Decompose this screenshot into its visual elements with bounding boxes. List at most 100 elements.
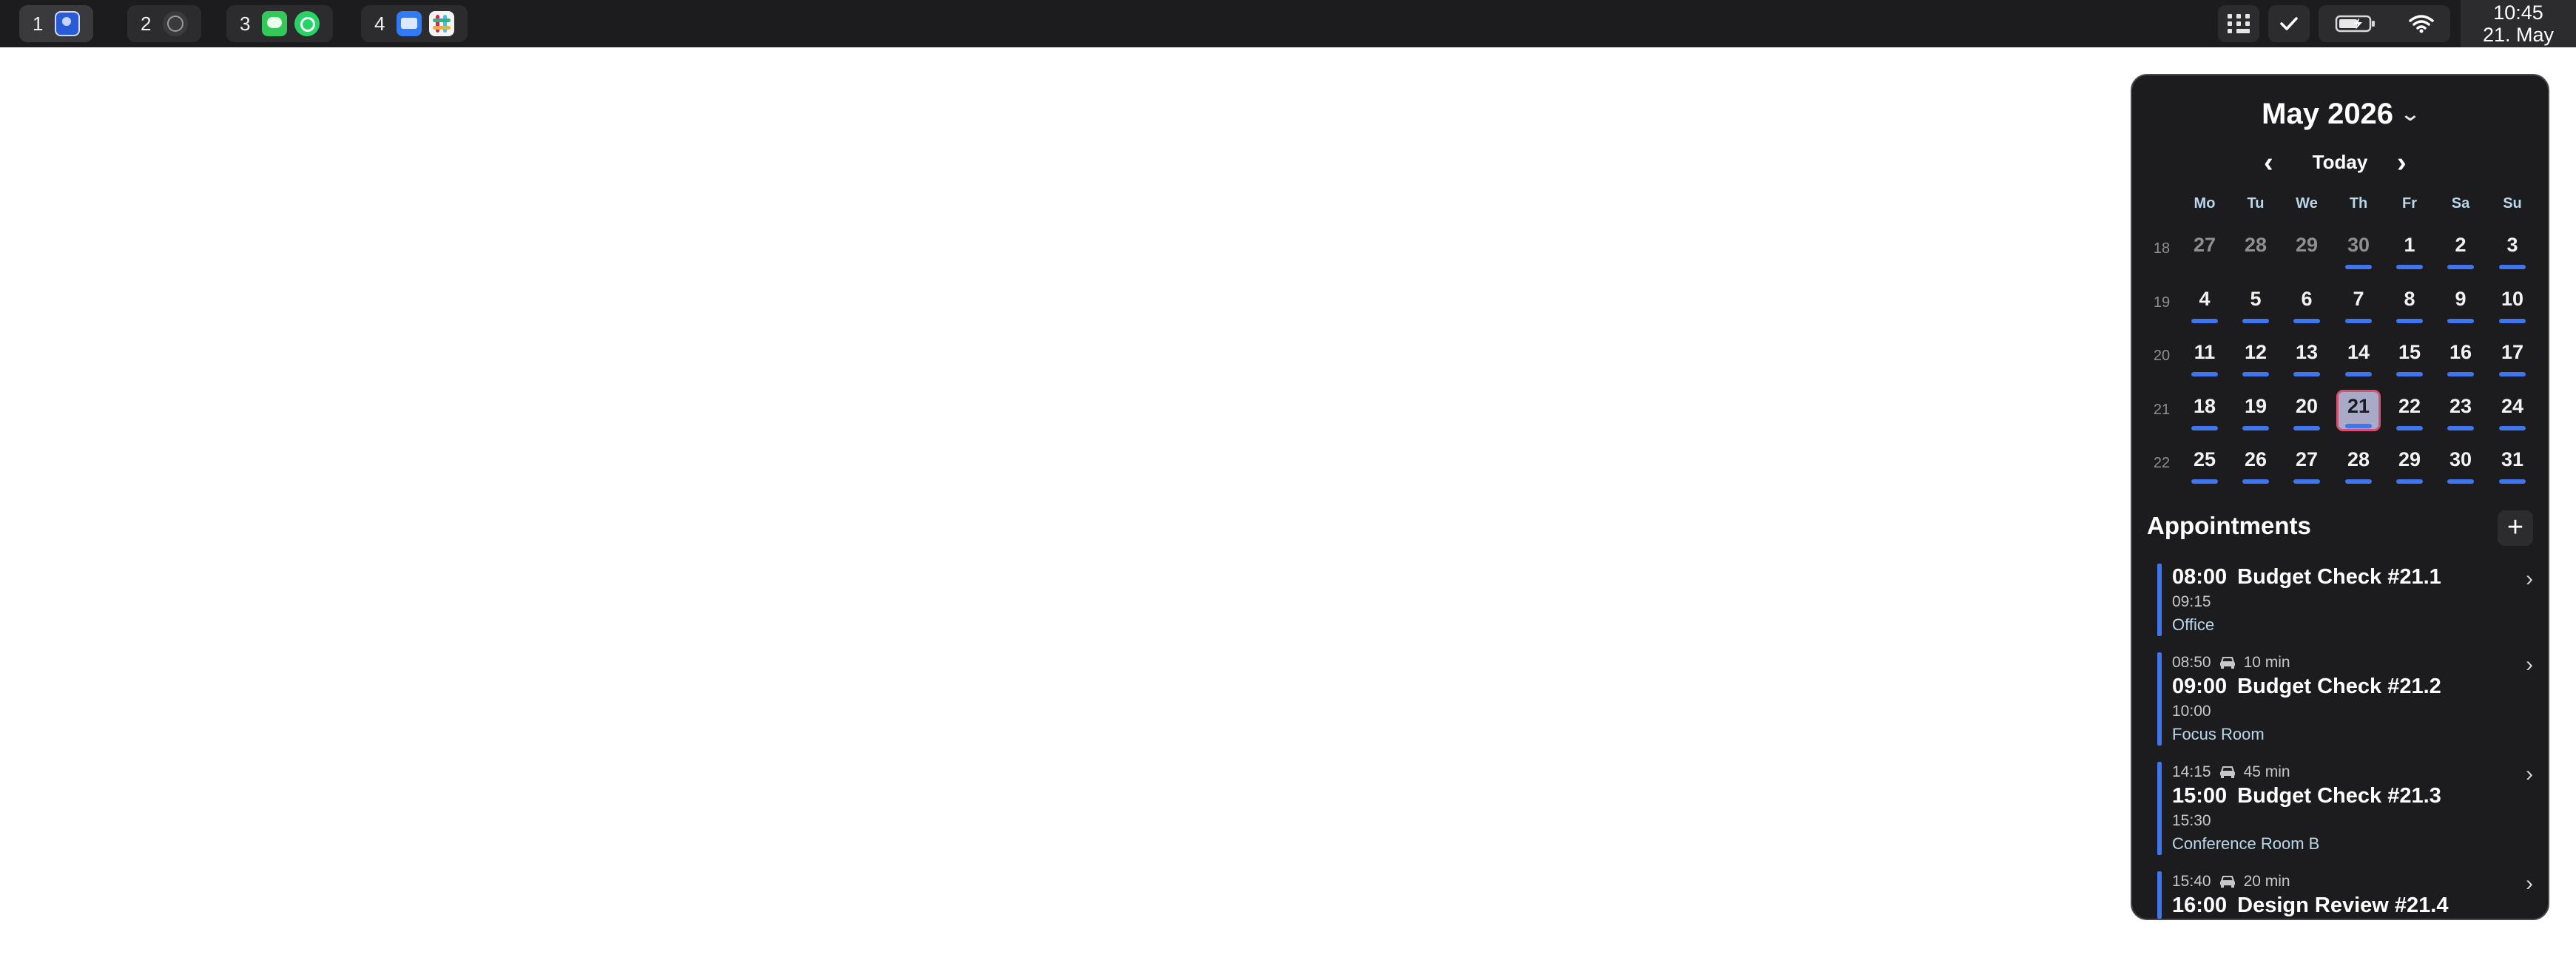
- calendar-day[interactable]: 3: [2490, 229, 2535, 270]
- calendar-day[interactable]: 18: [2182, 390, 2227, 431]
- calendar-day[interactable]: 30: [2336, 229, 2381, 270]
- previous-month-button[interactable]: ‹: [2264, 148, 2273, 178]
- event-indicator: [2293, 319, 2320, 323]
- battery-icon[interactable]: [2335, 13, 2376, 34]
- status-tray[interactable]: [2319, 5, 2450, 42]
- appointment-item[interactable]: 08:50 10 min 09:00 Budget Check #21.2 10:…: [2157, 652, 2535, 746]
- day-number: 20: [2295, 395, 2319, 417]
- calendar-day[interactable]: 27: [2285, 443, 2329, 484]
- calendar-day[interactable]: 30: [2438, 443, 2483, 484]
- calendar-day[interactable]: 22: [2387, 390, 2432, 431]
- appointment-item[interactable]: 14:15 45 min 15:00 Budget Check #21.3 15:…: [2157, 762, 2535, 855]
- event-indicator: [2396, 479, 2423, 484]
- calendar-day[interactable]: 29: [2285, 229, 2329, 270]
- calendar-day[interactable]: 14: [2336, 336, 2381, 377]
- day-number: 19: [2244, 395, 2268, 417]
- calendar-day[interactable]: 23: [2438, 390, 2483, 431]
- calendar-popover: May 2026 ⌄ ‹ Today › Mo Tu We Th Fr Sa Su…: [2131, 74, 2549, 920]
- calendar-day[interactable]: 25: [2182, 443, 2227, 484]
- appointment-title: Design Review #21.4: [2237, 894, 2449, 917]
- messages-icon[interactable]: [262, 11, 288, 36]
- calendar-day-today[interactable]: 21: [2336, 390, 2381, 431]
- calendar-day[interactable]: 12: [2233, 336, 2278, 377]
- day-number: 23: [2449, 395, 2472, 417]
- car-icon: [2219, 876, 2235, 888]
- circle-app-icon[interactable]: [163, 11, 189, 36]
- calendar-day[interactable]: 11: [2182, 336, 2227, 377]
- day-number: 28: [2347, 448, 2370, 470]
- calendar-day[interactable]: 19: [2233, 390, 2278, 431]
- workspace-1[interactable]: 1: [19, 5, 94, 42]
- appointment-item[interactable]: 15:40 20 min 16:00 Design Review #21.4 ›: [2157, 871, 2535, 919]
- month-selector[interactable]: May 2026 ⌄: [2132, 98, 2548, 131]
- day-number: 27: [2193, 234, 2216, 256]
- clock-date: 21. May: [2482, 24, 2555, 46]
- workspace-2[interactable]: 2: [127, 5, 202, 42]
- chevron-right-icon: ›: [2526, 871, 2533, 896]
- finder-icon[interactable]: [55, 11, 81, 36]
- calendar-day[interactable]: 6: [2285, 283, 2329, 324]
- today-button[interactable]: Today: [2313, 151, 2368, 173]
- weekday-label: Sa: [2451, 195, 2470, 212]
- day-number: 22: [2398, 395, 2421, 417]
- appointment-title: Budget Check #21.2: [2237, 675, 2441, 698]
- calendar-day[interactable]: 9: [2438, 283, 2483, 324]
- calendar-day[interactable]: 13: [2285, 336, 2329, 377]
- calendar-day[interactable]: 31: [2490, 443, 2535, 484]
- calendar-day[interactable]: 28: [2336, 443, 2381, 484]
- chevron-right-icon: ›: [2526, 567, 2533, 591]
- day-number: 27: [2295, 448, 2319, 470]
- day-number: 29: [2295, 234, 2319, 256]
- day-number: 16: [2449, 341, 2472, 363]
- calendar-day[interactable]: 8: [2387, 283, 2432, 324]
- calendar-day[interactable]: 28: [2233, 229, 2278, 270]
- control-grid-button[interactable]: [2218, 5, 2259, 42]
- workspace-3[interactable]: 3: [226, 5, 334, 42]
- week-number: 20: [2153, 348, 2171, 364]
- event-indicator: [2242, 426, 2269, 430]
- weekday-label: Fr: [2402, 195, 2417, 212]
- calendar-day[interactable]: 17: [2490, 336, 2535, 377]
- calendar-day[interactable]: 24: [2490, 390, 2535, 431]
- day-number: 30: [2347, 234, 2370, 256]
- appointment-location: Conference Room B: [2172, 834, 2320, 853]
- event-indicator: [2293, 479, 2320, 484]
- mail-icon[interactable]: [397, 11, 422, 36]
- calendar-day[interactable]: 26: [2233, 443, 2278, 484]
- event-indicator: [2447, 479, 2474, 484]
- event-indicator: [2242, 319, 2269, 323]
- day-number: 12: [2244, 341, 2268, 363]
- calendar-day[interactable]: 15: [2387, 336, 2432, 377]
- calendar-day[interactable]: 2: [2438, 229, 2483, 270]
- wifi-icon[interactable]: [2408, 13, 2435, 34]
- calendar-day[interactable]: 20: [2285, 390, 2329, 431]
- checkmark-icon: [2280, 17, 2298, 30]
- clock[interactable]: 10:45 21. May: [2461, 0, 2576, 47]
- calendar-day[interactable]: 10: [2490, 283, 2535, 324]
- control-grid-icon: [2228, 14, 2250, 33]
- appointment-item[interactable]: 08:00 Budget Check #21.1 09:15 Office ›: [2157, 564, 2535, 636]
- travel-info: 15:40 20 min: [2172, 871, 2535, 892]
- calendar-day[interactable]: 16: [2438, 336, 2483, 377]
- calendar-day[interactable]: 5: [2233, 283, 2278, 324]
- slack-icon[interactable]: [429, 11, 455, 36]
- day-number: 13: [2295, 341, 2319, 363]
- workspace-number: 2: [141, 12, 152, 35]
- event-indicator: [2191, 479, 2218, 484]
- appointment-end: 09:15: [2172, 593, 2211, 610]
- next-month-button[interactable]: ›: [2397, 148, 2407, 178]
- today-button-wrap: Today: [2132, 151, 2548, 174]
- add-appointment-button[interactable]: +: [2498, 510, 2533, 546]
- calendar-day[interactable]: 7: [2336, 283, 2381, 324]
- event-indicator: [2242, 479, 2269, 484]
- calendar-day[interactable]: 1: [2387, 229, 2432, 270]
- whatsapp-icon[interactable]: [294, 11, 320, 36]
- calendar-day[interactable]: 27: [2182, 229, 2227, 270]
- month-label: May 2026: [2262, 98, 2394, 130]
- workspace-4[interactable]: 4: [361, 5, 468, 42]
- calendar-day[interactable]: 4: [2182, 283, 2227, 324]
- calendar-day[interactable]: 29: [2387, 443, 2432, 484]
- tasks-button[interactable]: [2268, 5, 2310, 42]
- travel-duration: 45 min: [2243, 763, 2290, 780]
- day-number: 17: [2501, 341, 2524, 363]
